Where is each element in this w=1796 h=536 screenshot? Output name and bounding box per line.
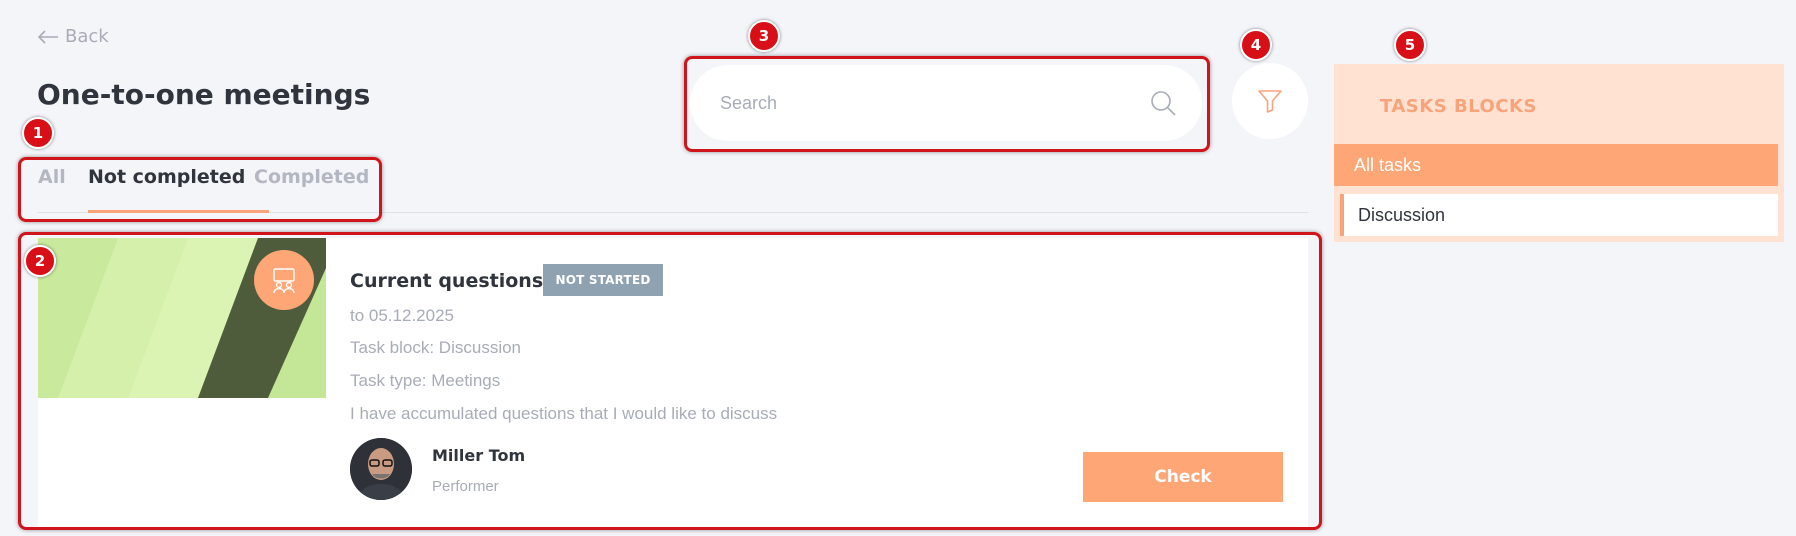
annotation-marker-3: 3 [748,20,780,52]
annotation-box-task-card [18,232,1322,530]
annotation-marker-2: 2 [24,245,56,277]
back-link[interactable]: Back [37,26,109,47]
annotation-marker-1: 1 [22,117,54,149]
sidebar-item-all-tasks[interactable]: All tasks [1334,144,1778,186]
annotation-marker-5: 5 [1394,29,1426,61]
annotation-box-tabs [18,157,382,222]
back-label: Back [65,26,109,47]
sidebar-title: TASKS BLOCKS [1380,96,1537,117]
page: Back One-to-one meetings All Not complet… [0,0,1796,536]
arrow-left-icon [37,29,58,44]
tasks-blocks-panel: TASKS BLOCKS All tasks Discussion [1334,64,1784,242]
annotation-marker-4: 4 [1240,29,1272,61]
annotation-box-search [684,56,1210,152]
sidebar-item-discussion[interactable]: Discussion [1340,194,1778,236]
filter-icon [1258,90,1282,113]
filter-button[interactable] [1232,63,1308,139]
page-title: One-to-one meetings [37,78,371,111]
